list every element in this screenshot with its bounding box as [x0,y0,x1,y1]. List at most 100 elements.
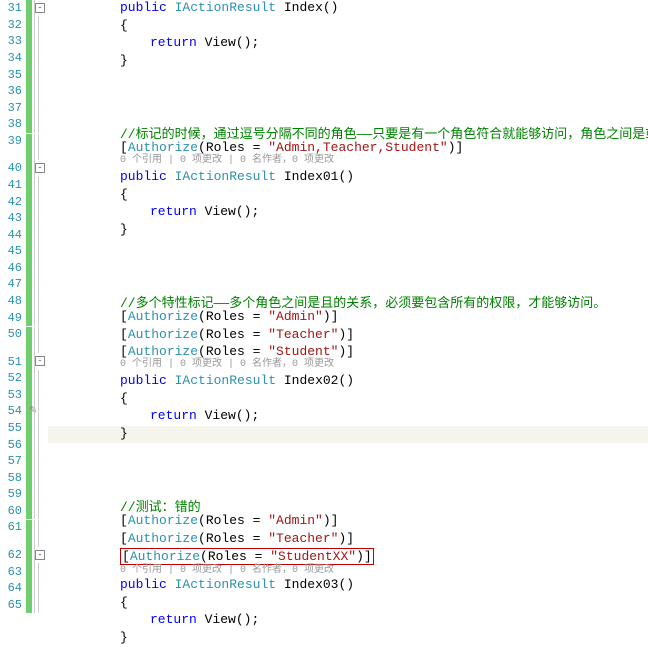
code-text[interactable]: return View(); [54,35,259,50]
line-number[interactable]: 31 [0,1,26,15]
line-number[interactable]: 39 [0,134,26,148]
outline-collapse-box[interactable]: - [34,0,48,17]
code-text[interactable]: public IActionResult Index02() [54,373,354,388]
line-number[interactable]: 43 [0,211,26,225]
code-line[interactable]: //测试：错的 [48,496,648,514]
code-line[interactable]: public IActionResult Index03() [48,577,648,595]
code-line[interactable]: return View(); [48,204,648,222]
line-number[interactable]: 58 [0,471,26,485]
code-line[interactable]: { [48,595,648,613]
line-number[interactable]: 64 [0,581,26,595]
line-number[interactable]: 44 [0,228,26,242]
code-line[interactable]: //多个特性标记——多个角色之间是且的关系，必须要包含所有的权限，才能够访问。 [48,292,648,310]
line-number[interactable]: 34 [0,51,26,65]
code-line[interactable]: [Authorize(Roles = "Admin")] [48,513,648,531]
line-number[interactable]: 65 [0,598,26,612]
code-text[interactable]: public IActionResult Index03() [54,577,354,592]
code-line[interactable] [48,257,648,275]
codelens[interactable]: 0 个引用 | 0 项更改 | 0 名作者，0 项更改 [54,155,648,166]
code-line[interactable] [48,274,648,292]
line-number[interactable]: 53 [0,388,26,402]
code-line[interactable]: return View(); [48,35,648,53]
line-number[interactable]: 57 [0,454,26,468]
line-number[interactable]: 48 [0,294,26,308]
line-number[interactable]: 51 [0,355,26,369]
code-text[interactable]: { [54,187,128,202]
code-text[interactable]: [Authorize(Roles = "Admin")] [54,513,338,528]
code-area[interactable]: public IActionResult Index() { return View… [48,0,648,613]
code-line[interactable]: return View(); [48,408,648,426]
code-line[interactable]: [Authorize(Roles = "Teacher")] [48,531,648,549]
line-number[interactable]: 32 [0,18,26,32]
line-number[interactable]: 42 [0,195,26,209]
code-text[interactable]: { [54,595,128,610]
code-text[interactable]: [Authorize(Roles = "StudentXX")] [54,548,374,565]
code-text[interactable]: } [54,222,128,237]
code-text[interactable]: } [54,630,128,645]
code-text[interactable]: public IActionResult Index01() [54,169,354,184]
code-text[interactable]: { [54,391,128,406]
outline-collapse-box[interactable]: - [34,353,48,370]
code-line[interactable]: } [48,426,648,444]
code-line[interactable]: public IActionResult Index01() [48,169,648,187]
minus-icon[interactable]: - [35,3,45,13]
codelens[interactable]: 0 个引用 | 0 项更改 | 0 名作者，0 项更改 [54,359,648,370]
code-line[interactable]: } [48,630,648,647]
code-line[interactable]: [Authorize(Roles = "Student")]0 个引用 | 0 … [48,344,648,373]
code-line[interactable]: { [48,391,648,409]
code-text[interactable]: [Authorize(Roles = "Teacher")] [54,531,354,546]
minus-icon[interactable]: - [35,163,45,173]
line-number[interactable]: 37 [0,101,26,115]
line-number[interactable]: 61 [0,520,26,534]
code-line[interactable] [48,105,648,123]
line-number[interactable]: 56 [0,438,26,452]
code-text[interactable]: } [54,53,128,68]
code-line[interactable] [48,88,648,106]
line-number[interactable]: 38 [0,117,26,131]
line-number[interactable]: 50 [0,327,26,341]
outline-collapse-box[interactable]: - [34,160,48,177]
line-number[interactable]: 46 [0,261,26,275]
codelens[interactable]: 0 个引用 | 0 项更改 | 0 名作者，0 项更改 [54,565,648,576]
code-line[interactable] [48,239,648,257]
line-number[interactable]: 60 [0,504,26,518]
line-number[interactable]: 41 [0,178,26,192]
line-number[interactable]: 62 [0,548,26,562]
line-number[interactable]: 40 [0,161,26,175]
code-text[interactable]: public IActionResult Index() [54,0,338,15]
code-line[interactable]: public IActionResult Index() [48,0,648,18]
code-line[interactable] [48,70,648,88]
code-text[interactable]: return View(); [54,204,259,219]
line-number[interactable]: 63 [0,565,26,579]
minus-icon[interactable]: - [35,550,45,560]
code-line[interactable]: public IActionResult Index02() [48,373,648,391]
code-text[interactable]: [Authorize(Roles = "Admin,Teacher,Studen… [54,140,463,155]
line-number[interactable]: 47 [0,277,26,291]
line-number[interactable]: 45 [0,244,26,258]
code-text[interactable]: { [54,18,128,33]
code-line[interactable]: //标记的时候，通过逗号分隔不同的角色——只要是有一个角色符合就能够访问，角色之… [48,123,648,141]
line-number[interactable]: 55 [0,421,26,435]
code-line[interactable] [48,478,648,496]
code-line[interactable] [48,461,648,479]
line-number[interactable]: 33 [0,34,26,48]
code-line[interactable]: [Authorize(Roles = "Teacher")] [48,327,648,345]
code-line[interactable]: [Authorize(Roles = "StudentXX")]0 个引用 | … [48,548,648,577]
code-editor[interactable]: 31-323334353637383940-414243444546474849… [0,0,648,613]
code-line[interactable]: [Authorize(Roles = "Admin,Teacher,Studen… [48,140,648,169]
line-number[interactable]: 59 [0,487,26,501]
line-number[interactable]: 52 [0,371,26,385]
code-line[interactable]: } [48,222,648,240]
code-line[interactable] [48,443,648,461]
code-line[interactable]: { [48,18,648,36]
code-text[interactable]: return View(); [54,408,259,423]
line-number[interactable]: 36 [0,84,26,98]
code-line[interactable]: } [48,53,648,71]
line-number[interactable]: 54 [0,404,26,418]
code-text[interactable]: [Authorize(Roles = "Admin")] [54,309,338,324]
outline-collapse-box[interactable]: - [34,547,48,564]
code-text[interactable]: [Authorize(Roles = "Student")] [54,344,354,359]
code-text[interactable]: } [54,426,128,441]
code-line[interactable]: { [48,187,648,205]
code-line[interactable]: return View(); [48,612,648,630]
